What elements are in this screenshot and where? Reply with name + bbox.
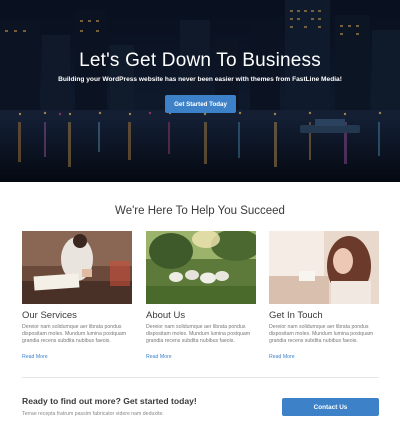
hero-section: Let's Get Down To Business Building your…	[0, 0, 400, 182]
read-more-link[interactable]: Read More	[269, 354, 295, 360]
hero-title: Let's Get Down To Business	[79, 50, 321, 71]
card-our-services: Our Services Dereior nam solidumque aer …	[22, 231, 132, 363]
card-get-in-touch: Get In Touch Dereior nam solidumque aer …	[269, 231, 379, 363]
section-heading: We're Here To Help You Succeed	[115, 205, 285, 217]
card-title: About Us	[146, 310, 186, 321]
read-more-link[interactable]: Read More	[22, 354, 48, 360]
card-image-sheep	[146, 231, 256, 304]
card-image-woman	[269, 231, 379, 304]
read-more-link[interactable]: Read More	[146, 354, 172, 360]
hero-subtitle: Building your WordPress website has neve…	[58, 76, 342, 83]
get-started-button[interactable]: Get Started Today	[165, 95, 236, 113]
card-image-writing	[22, 231, 132, 304]
hero-overlay	[0, 0, 400, 182]
card-text: Dereior nam solidumque aer librata pondu…	[146, 324, 251, 344]
section-divider	[22, 377, 379, 378]
card-title: Our Services	[22, 310, 77, 321]
contact-us-button[interactable]: Contact Us	[282, 398, 379, 416]
card-title: Get In Touch	[269, 310, 323, 321]
cta-text: Terrae recepta fratrum passim fabricator…	[22, 411, 164, 417]
card-text: Dereior nam solidumque aer librata pondu…	[269, 324, 374, 344]
card-text: Dereior nam solidumque aer librata pondu…	[22, 324, 127, 344]
cta-title: Ready to find out more? Get started toda…	[22, 396, 197, 406]
card-about-us: About Us Dereior nam solidumque aer libr…	[146, 231, 256, 363]
